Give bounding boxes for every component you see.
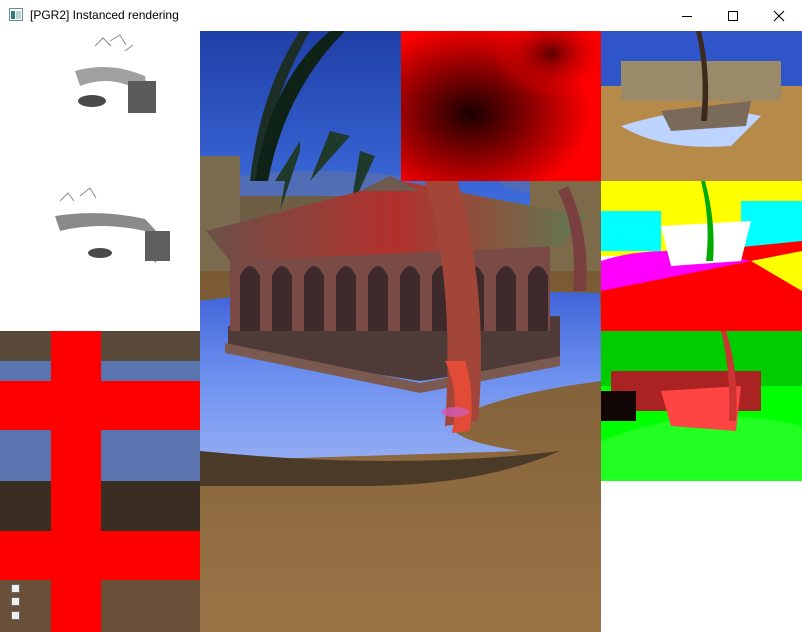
title-bar[interactable]: [PGR2] Instanced rendering bbox=[0, 0, 802, 31]
color-buffer-view bbox=[601, 31, 802, 181]
expand-up-icon[interactable] bbox=[11, 584, 20, 593]
app-window: [PGR2] Instanced rendering bbox=[0, 0, 802, 632]
blend-overlay-view bbox=[0, 331, 200, 632]
minimize-icon bbox=[682, 15, 692, 17]
app-window-icon bbox=[9, 8, 23, 21]
help-icon[interactable] bbox=[11, 611, 20, 620]
material-buffer-view bbox=[601, 331, 802, 481]
empty-buffer-view bbox=[601, 481, 802, 632]
maximize-icon bbox=[728, 10, 738, 21]
close-button[interactable] bbox=[756, 0, 802, 31]
depth-buffer-views bbox=[0, 31, 200, 331]
expand-up-icon[interactable] bbox=[11, 597, 20, 606]
maximize-button[interactable] bbox=[710, 0, 756, 31]
noise-texture-view bbox=[401, 31, 601, 181]
close-icon bbox=[773, 10, 785, 21]
render-viewport[interactable] bbox=[0, 31, 802, 632]
normal-buffer-view bbox=[601, 181, 802, 331]
minimize-button[interactable] bbox=[664, 0, 710, 31]
window-title: [PGR2] Instanced rendering bbox=[30, 8, 179, 22]
